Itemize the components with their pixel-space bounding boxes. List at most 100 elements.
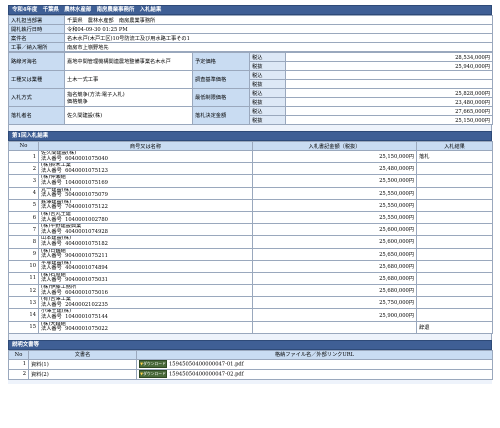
award-price-incl: 27,665,000円	[285, 106, 493, 116]
bidder-cell: (株)大森組 法人番号 9040001075022	[38, 320, 253, 334]
tax-tag: 税込	[249, 52, 286, 62]
houjin-number: 1040001075144	[65, 314, 108, 321]
row-no: 9	[8, 247, 39, 261]
bid-results-table: No 商号又は名称 入札書記金額（税抜） 入札結果 1 佐久間建設(株) 法人番号 …	[8, 141, 493, 334]
bid-result: 落札	[416, 149, 493, 164]
houjin-number: 6040001075123	[65, 167, 108, 174]
table-row: 11 (株)石原組 法人番号 9040001075031 25,680,000円	[8, 271, 493, 286]
bidder-cell: (株)石原組 法人番号 9040001075031	[38, 271, 253, 286]
survey-price-label: 調査基準価格	[192, 70, 250, 89]
download-button[interactable]: ▼ダウンロード	[139, 370, 167, 379]
bidder-cell: (株)吉丸土建 法人番号 1040001002780	[38, 210, 253, 225]
row-no: 8	[8, 235, 39, 249]
bidder-id-line: 法人番号 1040001002780	[41, 216, 250, 223]
bid-amount: 25,600,000円	[252, 223, 417, 237]
bid-amount: 25,150,000円	[252, 149, 417, 164]
doc-rows: 1 資料(1) ▼ダウンロード 15945050400000047-01.pdf 2 資料…	[8, 358, 493, 380]
info-table: 入札担当部署 千葉県 農林水産部 南房農業事務所 開札執行日時 令和04-09-…	[8, 15, 494, 52]
doc-file-link[interactable]: 15945050400000047-02.pdf	[169, 372, 244, 378]
bidder-cell: 丸一建設(株) 法人番号 5040001075079	[38, 186, 253, 200]
bid-result	[416, 308, 493, 322]
docs-table: No 文書名 格納ファイル名／外部リンクURL 1 資料(1) ▼ダウンロード 159…	[8, 349, 493, 380]
bid-result	[416, 162, 493, 176]
download-label: ダウンロード	[143, 361, 166, 367]
row-no: 4	[8, 186, 39, 200]
houjin-number: 6040001075040	[65, 155, 108, 162]
houjin-number: 4040001074894	[65, 265, 108, 272]
bid-result	[416, 296, 493, 310]
bidder-cell: 平塚建設(株) 法人番号 4040001074894	[38, 259, 253, 273]
tax-tag: 税抜	[249, 115, 286, 125]
doc-file-link[interactable]: 15945050400000047-01.pdf	[169, 362, 244, 368]
page-title: 令和4年度 千葉県 農林水産部 南房農業事務所 入札結果	[8, 5, 492, 15]
bidder-id-line: 法人番号 4040001075182	[41, 240, 250, 247]
min-price-label: 最低制限価格	[192, 88, 250, 107]
table-row: 3 (株)仲瀬組 法人番号 1040001075169 25,500,000円	[8, 174, 493, 188]
info-label: 工事／納入場所	[8, 42, 65, 52]
table-row: 12 (株)伊藤工務所 法人番号 6040001075016 25,680,000円	[8, 284, 493, 298]
tax-tag: 税込	[249, 88, 286, 98]
bid-result	[416, 259, 493, 273]
doc-col-no: No	[8, 349, 29, 360]
houjin-label: 法人番号	[41, 155, 62, 162]
row-no: 6	[8, 210, 39, 225]
houjin-number: 9040001075031	[65, 277, 108, 284]
survey-price-excl	[285, 79, 493, 89]
bid-amount: 25,680,000円	[252, 259, 417, 273]
bidder-id-line: 法人番号 6040001075016	[41, 290, 250, 296]
doc-col-name: 文書名	[28, 349, 137, 360]
info-value: 令和04-09-30 01:25 PM	[63, 24, 494, 34]
bid-result	[416, 210, 493, 225]
bid-result	[416, 223, 493, 237]
planned-price-excl: 25,940,000円	[285, 61, 493, 71]
row-no: 7	[8, 223, 39, 237]
bid-amount: 25,550,000円	[252, 198, 417, 212]
route-value: 嘉地中間管理機構関連農地整備事業名木水戸	[64, 52, 193, 71]
bidder-cell: 佐久間建設(株) 法人番号 6040001075040	[38, 149, 253, 164]
doc-no: 2	[8, 368, 29, 380]
download-button[interactable]: ▼ダウンロード	[139, 360, 167, 369]
doc-file-cell: ▼ダウンロード 15945050400000047-02.pdf	[136, 368, 493, 380]
method-line-2: 価格競争	[67, 98, 88, 105]
row-no: 12	[8, 284, 39, 298]
tax-tag: 税込	[249, 70, 286, 80]
houjin-label: 法人番号	[41, 253, 62, 260]
min-price-incl: 25,828,000円	[285, 88, 493, 98]
bid-result	[416, 247, 493, 261]
award-price-label: 落札決定金額	[192, 106, 250, 125]
table-row: 13 (有)吉澤工業 法人番号 2040002102235 25,750,000円	[8, 296, 493, 310]
table-row: 2 (株)鈴木工業 法人番号 6040001075123 25,480,000円	[8, 162, 493, 176]
table-row: 9 (株)日鶴組 法人番号 9040001075211 25,650,000円	[8, 247, 493, 261]
houjin-label: 法人番号	[41, 326, 62, 333]
bid-amount: 25,680,000円	[252, 284, 417, 298]
houjin-label: 法人番号	[41, 301, 62, 308]
houjin-number: 7040001075122	[65, 204, 108, 211]
bidder-id-line: 法人番号 4040001074928	[41, 229, 250, 235]
doc-file-cell: ▼ダウンロード 15945050400000047-01.pdf	[136, 358, 493, 370]
bid-result	[416, 235, 493, 249]
download-label: ダウンロード	[143, 371, 166, 377]
info-label: 開札執行日時	[8, 24, 65, 34]
results-page: 令和4年度 千葉県 農林水産部 南房農業事務所 入札結果 入札担当部署 千葉県 …	[8, 5, 494, 384]
houjin-label: 法人番号	[41, 216, 62, 223]
bid-result	[416, 284, 493, 298]
row-no: 10	[8, 259, 39, 273]
survey-price-incl	[285, 70, 493, 80]
row-no: 3	[8, 174, 39, 188]
bid-result	[416, 186, 493, 200]
table-row: 5 鉄澤建設(株) 法人番号 7040001075122 25,550,000円	[8, 198, 493, 212]
houjin-label: 法人番号	[41, 240, 62, 247]
bidder-cell: (株)伊藤工務所 法人番号 6040001075016	[38, 284, 253, 298]
bid-amount: 25,680,000円	[252, 271, 417, 286]
bid-result	[416, 198, 493, 212]
bidder-cell: 小澤土建(株) 法人番号 1040001075144	[38, 308, 253, 322]
col-no: No	[8, 141, 39, 151]
award-price-excl: 25,150,000円	[285, 115, 493, 125]
row-no: 13	[8, 296, 39, 310]
houjin-number: 5040001075079	[65, 192, 108, 199]
method-line-1: 指名競争(方法:電子入札)	[67, 91, 125, 98]
col-result: 入札結果	[416, 141, 493, 151]
min-price-excl: 23,480,000円	[285, 97, 493, 107]
row-no: 5	[8, 198, 39, 212]
bid-amount: 25,750,000円	[252, 296, 417, 310]
